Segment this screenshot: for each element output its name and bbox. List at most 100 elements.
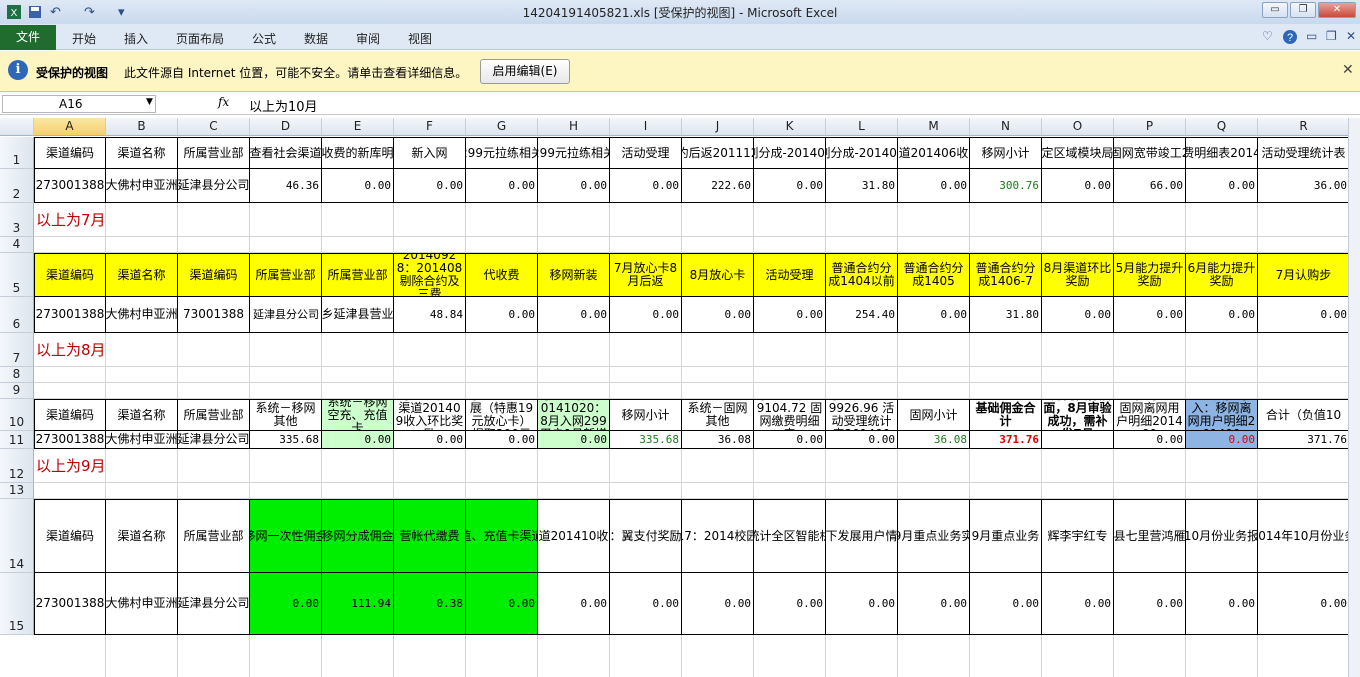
column-header-f[interactable]: F: [394, 118, 466, 136]
column-header-j[interactable]: J: [682, 118, 754, 136]
tab-page-layout[interactable]: 页面布局: [176, 30, 224, 47]
close-button[interactable]: ✕: [1318, 2, 1356, 18]
column-header-g[interactable]: G: [466, 118, 538, 136]
table4-header-cell: ：翼支付奖励: [610, 499, 682, 573]
row-header-5[interactable]: 5: [0, 253, 34, 297]
table4-header-cell: 10月份业务报: [1186, 499, 1258, 573]
column-header-l[interactable]: L: [826, 118, 898, 136]
table1-header-cell: 划分成-201406: [826, 137, 898, 169]
column-header-h[interactable]: H: [538, 118, 610, 136]
tab-formulas[interactable]: 公式: [252, 30, 276, 47]
ribbon-minimize-icon[interactable]: ♡: [1262, 29, 1273, 43]
row-header-1[interactable]: 1: [0, 137, 34, 169]
table3-values-cell: 371.76: [970, 431, 1042, 449]
table3-values-cell: 0.00: [826, 431, 898, 449]
table1-header-cell: 约后返201112: [682, 137, 754, 169]
tab-review[interactable]: 审阅: [356, 30, 380, 47]
table3-header-cell: 导入差异：79926.96 活动受理统计表201409: [826, 399, 898, 431]
workbook-minimize-icon[interactable]: ▭: [1306, 29, 1317, 43]
column-header-i[interactable]: I: [610, 118, 682, 136]
row-header-14[interactable]: 14: [0, 499, 34, 573]
table3-values-cell: 273001388: [34, 431, 106, 449]
month-note: 以上为7月: [36, 211, 106, 229]
table1-values-cell: 大佛村申亚洲: [106, 169, 178, 203]
row-header-6[interactable]: 6: [0, 297, 34, 333]
table3-header-cell: 9月扣导入：固网离网用户明细201409: [1114, 399, 1186, 431]
name-box[interactable]: A16: [2, 95, 156, 113]
table1-values-cell: 31.80: [826, 169, 898, 203]
maximize-button[interactable]: ❐: [1290, 2, 1316, 18]
table2-values-cell: 73001388: [178, 297, 250, 333]
worksheet-grid[interactable]: A B C D E F G H I J K L M N O P Q R 1 2 3 4 5 6 7 8 9 10 11 12 13 14 15 渠…: [0, 118, 1360, 677]
table3-values-cell: [1042, 431, 1114, 449]
table3-header-cell: 移网小计: [610, 399, 682, 431]
table3-header-cell: 所属营业部: [178, 399, 250, 431]
row-header-3[interactable]: 3: [0, 203, 34, 237]
enable-editing-button[interactable]: 启用编辑(E): [480, 59, 570, 84]
column-header-q[interactable]: Q: [1186, 118, 1258, 136]
table1-header-cell: 移网小计: [970, 137, 1042, 169]
row-header-7[interactable]: 7: [0, 333, 34, 367]
column-header-r[interactable]: R: [1258, 118, 1350, 136]
table1-values-cell: 46.36: [250, 169, 322, 203]
insert-function-icon[interactable]: fx: [218, 95, 229, 109]
table3-header-cell: 固网小计: [898, 399, 970, 431]
row-header-9[interactable]: 9: [0, 383, 34, 399]
tab-view[interactable]: 视图: [408, 30, 432, 47]
table2-values-cell: 0.00: [610, 297, 682, 333]
row-header-2[interactable]: 2: [0, 169, 34, 203]
column-header-o[interactable]: O: [1042, 118, 1114, 136]
table1-values-cell: 0.00: [1186, 169, 1258, 203]
table1-values-cell: 0.00: [610, 169, 682, 203]
column-header-d[interactable]: D: [250, 118, 322, 136]
table1-header-cell: 收费的新库明: [322, 137, 394, 169]
table3-header-cell: 导入：郭贲20141020：8月入网299用户9月新增: [538, 399, 610, 431]
table2-header-cell: 普通合约分成1404以前: [826, 253, 898, 297]
table3-values-cell: 0.00: [1114, 431, 1186, 449]
tab-insert[interactable]: 插入: [124, 30, 148, 47]
select-all-corner[interactable]: [0, 118, 34, 136]
column-header-n[interactable]: N: [970, 118, 1042, 136]
table4-values-cell: 0.00: [1042, 573, 1114, 635]
formula-input[interactable]: 以上为10月: [249, 96, 318, 115]
protected-view-message[interactable]: 此文件源自 Internet 位置，可能不安全。请单击查看详细信息。: [124, 64, 467, 81]
table1-values-cell: 222.60: [682, 169, 754, 203]
help-icon[interactable]: ?: [1282, 29, 1298, 48]
row-header-15[interactable]: 15: [0, 573, 34, 635]
column-header-p[interactable]: P: [1114, 118, 1186, 136]
row-header-13[interactable]: 13: [0, 483, 34, 499]
column-header-e[interactable]: E: [322, 118, 394, 136]
tab-data[interactable]: 数据: [304, 30, 328, 47]
table3-values-cell: 大佛村申亚洲: [106, 431, 178, 449]
table1-values-cell: 300.76: [970, 169, 1042, 203]
tab-file[interactable]: 文件: [0, 25, 56, 50]
row-header-12[interactable]: 12: [0, 449, 34, 483]
column-header-c[interactable]: C: [178, 118, 250, 136]
vertical-scrollbar[interactable]: [1348, 118, 1360, 677]
close-icon[interactable]: ✕: [1342, 62, 1354, 78]
column-header-a[interactable]: A: [34, 118, 106, 136]
chevron-down-icon[interactable]: ▼: [146, 97, 153, 107]
row-header-8[interactable]: 8: [0, 367, 34, 383]
table4-header-cell: 渠道编码: [34, 499, 106, 573]
tab-home[interactable]: 开始: [72, 30, 96, 47]
column-header-k[interactable]: K: [754, 118, 826, 136]
table4-header-cell: 值、充值卡渠道: [466, 499, 538, 573]
column-header-m[interactable]: M: [898, 118, 970, 136]
row-header-11[interactable]: 11: [0, 431, 34, 449]
row-header-4[interactable]: 4: [0, 237, 34, 253]
workbook-close-icon[interactable]: ✕: [1346, 29, 1356, 43]
table3-header-cell: 导入差异：19104.72 固网缴费明细表: [754, 399, 826, 431]
table1-values-cell: 延津县分公司: [178, 169, 250, 203]
table1-header-cell: 299元拉练相关: [538, 137, 610, 169]
table3-header-cell: 系统－固网其他: [682, 399, 754, 431]
row-header-10[interactable]: 10: [0, 399, 34, 431]
table2-values-cell: 0.00: [1186, 297, 1258, 333]
column-header-b[interactable]: B: [106, 118, 178, 136]
table2-header-cell: 所属营业部: [250, 253, 322, 297]
table1-values-cell: 0.00: [754, 169, 826, 203]
table3-header-cell: 基础佣金合计: [970, 399, 1042, 431]
table4-header-cell: 2014年10月份业务: [1258, 499, 1350, 573]
workbook-restore-icon[interactable]: ❐: [1326, 29, 1337, 43]
minimize-button[interactable]: ▭: [1262, 2, 1288, 18]
